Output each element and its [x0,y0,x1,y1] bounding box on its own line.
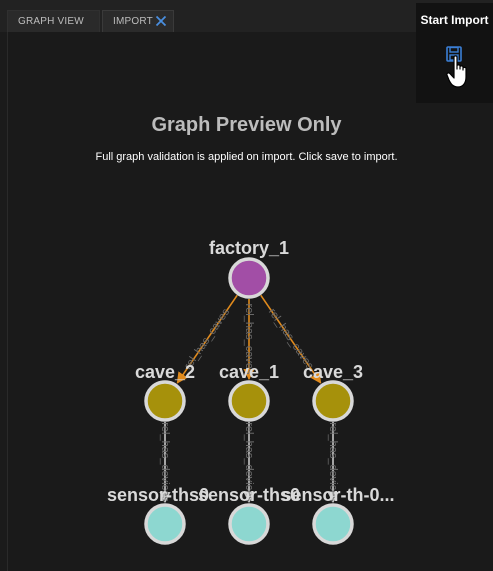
node-label: cave_3 [303,362,363,382]
graph-node[interactable] [144,380,186,422]
graph-node[interactable] [312,380,354,422]
node-label: sensor-ths0 [107,485,209,505]
graph-node[interactable] [228,257,270,299]
import-panel: GRAPH VIEW IMPORT Start Import Graph Pre… [0,0,493,571]
graph-node[interactable] [312,503,354,545]
node-label: factory_1 [209,238,289,258]
graph-node[interactable] [228,380,270,422]
node-label: sensor-th-0... [281,485,394,505]
node-label: cave_1 [219,362,279,382]
graph-canvas[interactable]: rel_has_caves rel_has_caves rel_has_cavesr… [0,0,493,571]
node-label: cave_2 [135,362,195,382]
graph-node[interactable] [228,503,270,545]
graph-node[interactable] [144,503,186,545]
